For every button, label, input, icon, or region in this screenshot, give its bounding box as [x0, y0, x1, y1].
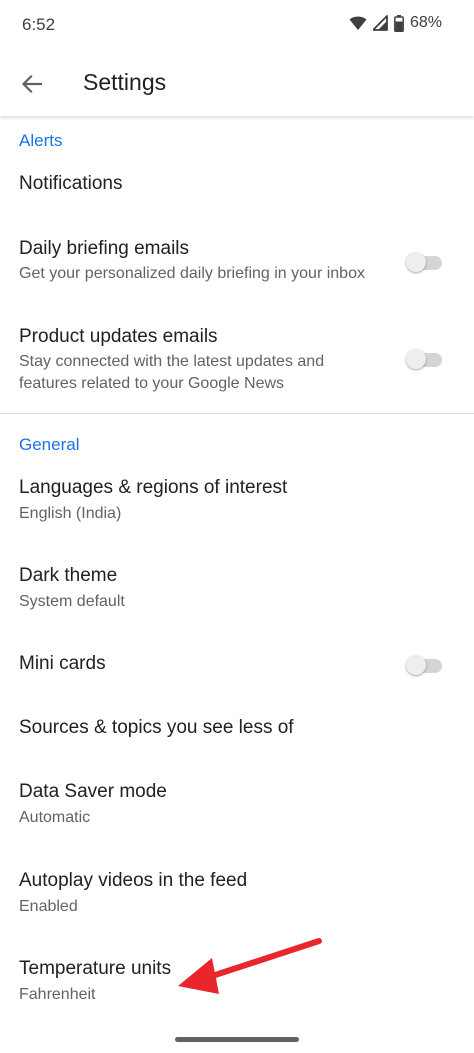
mini-cards-toggle[interactable] [406, 654, 444, 676]
settings-item-title: Daily briefing emails [19, 238, 190, 259]
settings-item-subtitle: Automatic [19, 809, 91, 826]
product-updates-toggle[interactable] [406, 348, 444, 370]
settings-item-daily-briefing-emails[interactable]: Daily briefing emails Get your personali… [0, 226, 474, 300]
app-bar: Settings [0, 52, 474, 116]
status-time: 6:52 [22, 15, 56, 34]
settings-item-title: Dark theme [19, 565, 118, 586]
settings-item-title: Languages & regions of interest [19, 477, 288, 498]
annotation-arrow-icon [178, 938, 322, 994]
back-arrow-icon [21, 74, 43, 94]
settings-item-product-updates-emails[interactable]: Product updates emails Stay connected wi… [0, 314, 474, 400]
back-button[interactable] [14, 66, 50, 102]
settings-item-subtitle: Stay connected with the latest updates a… [19, 353, 325, 392]
settings-item-dark-theme[interactable]: Dark theme System default [0, 554, 474, 624]
settings-item-notifications[interactable]: Notifications [0, 160, 474, 210]
settings-item-subtitle: English (India) [19, 505, 122, 522]
wifi-icon [349, 16, 367, 30]
status-bar: 6:52 68% [0, 0, 474, 52]
section-header-general: General [19, 435, 80, 454]
settings-item-data-saver-mode[interactable]: Data Saver mode Automatic [0, 770, 474, 840]
section-divider [0, 413, 474, 414]
settings-item-subtitle: Get your personalized daily briefing in … [19, 265, 365, 282]
settings-item-title: Notifications [19, 173, 123, 194]
cell-signal-icon [372, 15, 388, 31]
toggle-thumb [406, 349, 426, 369]
settings-item-mini-cards[interactable]: Mini cards [0, 640, 474, 690]
settings-item-title: Data Saver mode [19, 781, 167, 802]
settings-item-languages-regions[interactable]: Languages & regions of interest English … [0, 466, 474, 536]
settings-screen: 6:52 68% Settings Alerts Notifications D… [0, 0, 474, 1053]
settings-item-title: Autoplay videos in the feed [19, 870, 248, 891]
settings-item-title: Mini cards [19, 653, 106, 674]
status-icons: 68% [349, 14, 442, 32]
page-title: Settings [83, 69, 167, 95]
battery-icon [394, 14, 404, 32]
toggle-thumb [406, 252, 426, 272]
settings-item-autoplay-videos[interactable]: Autoplay videos in the feed Enabled [0, 859, 474, 929]
settings-item-title: Product updates emails [19, 326, 218, 347]
battery-percentage: 68% [409, 14, 442, 31]
toggle-thumb [406, 655, 426, 675]
settings-item-title: Sources & topics you see less of [19, 717, 294, 738]
settings-item-subtitle: Enabled [19, 898, 78, 915]
settings-item-subtitle: System default [19, 593, 125, 610]
home-indicator[interactable] [175, 1037, 299, 1042]
settings-item-sources-topics[interactable]: Sources & topics you see less of [0, 704, 474, 754]
settings-item-title: Temperature units [19, 958, 172, 979]
daily-briefing-toggle[interactable] [406, 251, 444, 273]
section-header-alerts: Alerts [19, 131, 63, 150]
